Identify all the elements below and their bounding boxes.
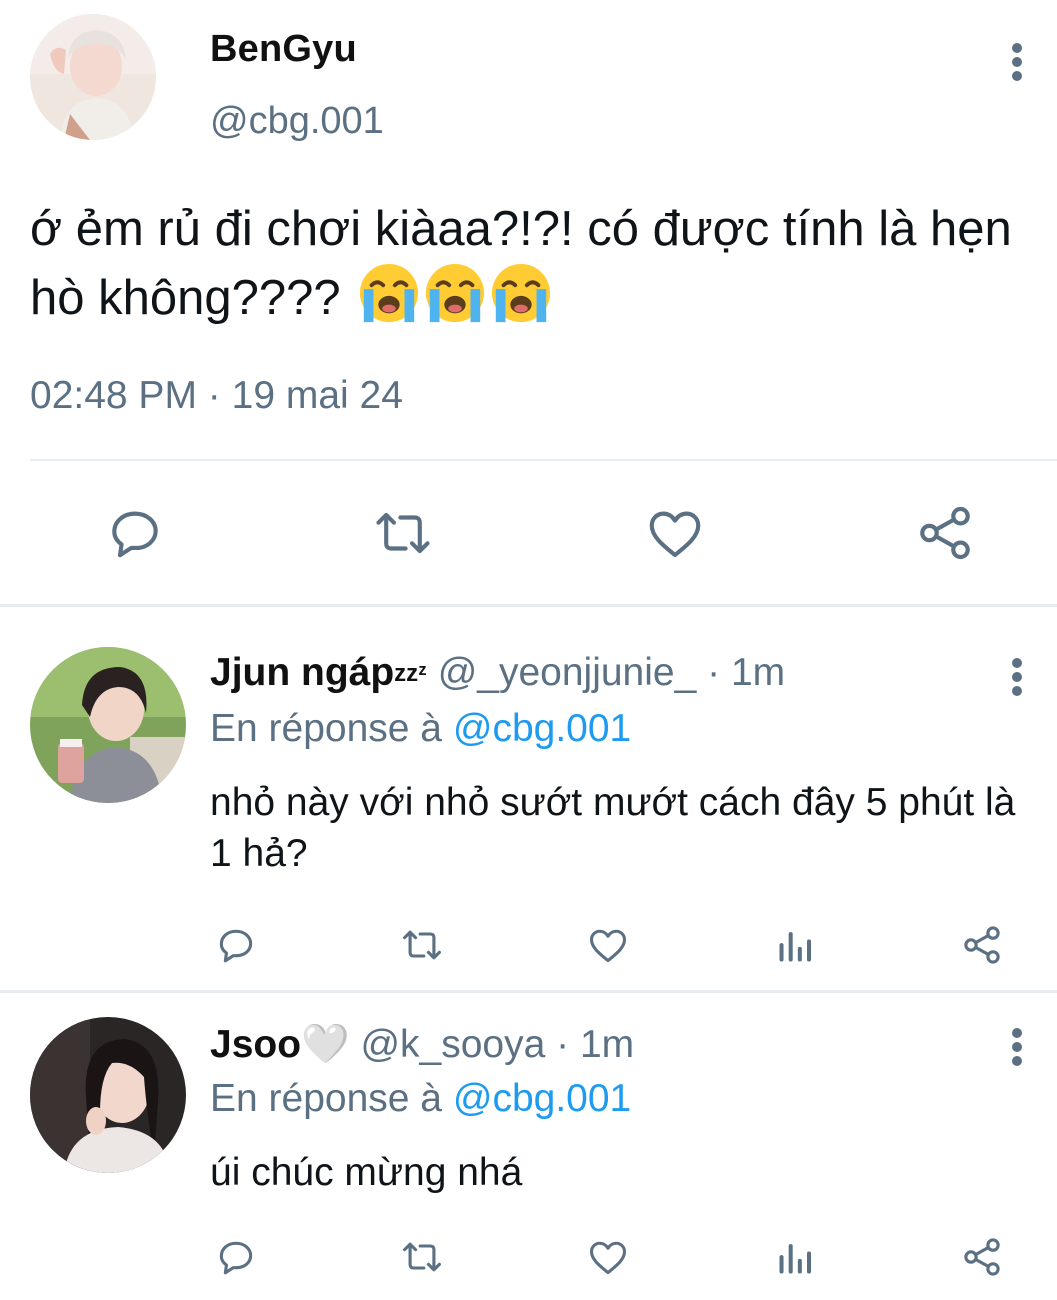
tweet-time[interactable]: 1m bbox=[731, 651, 785, 694]
analytics-icon[interactable] bbox=[774, 923, 818, 967]
tweet-time: 02:48 PM bbox=[30, 374, 197, 417]
like-icon[interactable] bbox=[585, 1235, 631, 1279]
tweet-time[interactable]: 1m bbox=[580, 1023, 634, 1066]
tweet-text: nhỏ này với nhỏ sướt mướt cách đây 5 phú… bbox=[210, 781, 1016, 875]
loudly-crying-face-icon bbox=[424, 262, 486, 341]
reply-header: Jsoo🤍 @k_sooya · 1m bbox=[210, 1021, 634, 1067]
meta-dot: · bbox=[707, 651, 721, 694]
like-icon[interactable] bbox=[585, 923, 631, 967]
tweet-text: ớ ẻm rủ đi chơi kiàaa?!?! có được tính l… bbox=[30, 196, 1030, 341]
analytics-icon[interactable] bbox=[774, 1235, 818, 1279]
reply-tweet[interactable]: Jsoo🤍 @k_sooya · 1m En réponse à @cbg.00… bbox=[0, 993, 1057, 1300]
in-reply-handle-link[interactable]: @cbg.001 bbox=[453, 1077, 631, 1120]
tweet-text: úi chúc mừng nhá bbox=[210, 1151, 523, 1194]
share-icon[interactable] bbox=[960, 923, 1004, 967]
share-icon[interactable] bbox=[914, 502, 976, 564]
avatar[interactable] bbox=[30, 14, 156, 140]
more-options-icon[interactable] bbox=[1004, 1027, 1030, 1067]
more-options-icon[interactable] bbox=[1004, 42, 1030, 82]
tweet-date: 19 mai 24 bbox=[231, 374, 403, 417]
avatar[interactable] bbox=[30, 647, 186, 803]
author-name[interactable]: BenGyu bbox=[210, 28, 357, 71]
meta-dot: · bbox=[556, 1023, 570, 1066]
reply-header: Jjun ngápzzᶻ @_yeonjjunie_ · 1m bbox=[210, 651, 785, 695]
share-icon[interactable] bbox=[960, 1235, 1004, 1279]
divider bbox=[30, 459, 1057, 461]
in-reply-to: En réponse à @cbg.001 bbox=[210, 1077, 631, 1121]
reply-icon[interactable] bbox=[214, 1235, 258, 1279]
retweet-icon[interactable] bbox=[398, 1235, 446, 1279]
loudly-crying-face-icon bbox=[358, 262, 420, 341]
retweet-icon[interactable] bbox=[398, 923, 446, 967]
in-reply-prefix: En réponse à bbox=[210, 707, 443, 750]
retweet-icon[interactable] bbox=[370, 502, 436, 564]
author-handle[interactable]: @_yeonjjunie_ bbox=[438, 651, 697, 694]
main-tweet: BenGyu @cbg.001 ớ ẻm rủ đi chơi kiàaa?!?… bbox=[0, 0, 1057, 604]
reply-icon[interactable] bbox=[214, 923, 258, 967]
reply-tweet[interactable]: Jjun ngápzzᶻ @_yeonjjunie_ · 1m En répon… bbox=[0, 607, 1057, 990]
author-handle[interactable]: @k_sooya bbox=[360, 1023, 545, 1066]
reply-icon[interactable] bbox=[104, 502, 166, 564]
in-reply-handle-link[interactable]: @cbg.001 bbox=[453, 707, 631, 750]
author-name[interactable]: Jsoo🤍 bbox=[210, 1023, 350, 1066]
loudly-crying-face-icon bbox=[490, 262, 552, 341]
author-handle[interactable]: @cbg.001 bbox=[210, 100, 384, 143]
name-suffix: zzᶻ bbox=[394, 660, 427, 687]
avatar[interactable] bbox=[30, 1017, 186, 1173]
more-options-icon[interactable] bbox=[1004, 657, 1030, 697]
in-reply-prefix: En réponse à bbox=[210, 1077, 443, 1120]
author-name[interactable]: Jjun ngáp bbox=[210, 651, 394, 694]
meta-dot: · bbox=[207, 374, 221, 417]
like-icon[interactable] bbox=[644, 502, 706, 564]
tweet-timestamp[interactable]: 02:48 PM · 19 mai 24 bbox=[30, 374, 403, 418]
in-reply-to: En réponse à @cbg.001 bbox=[210, 707, 631, 751]
